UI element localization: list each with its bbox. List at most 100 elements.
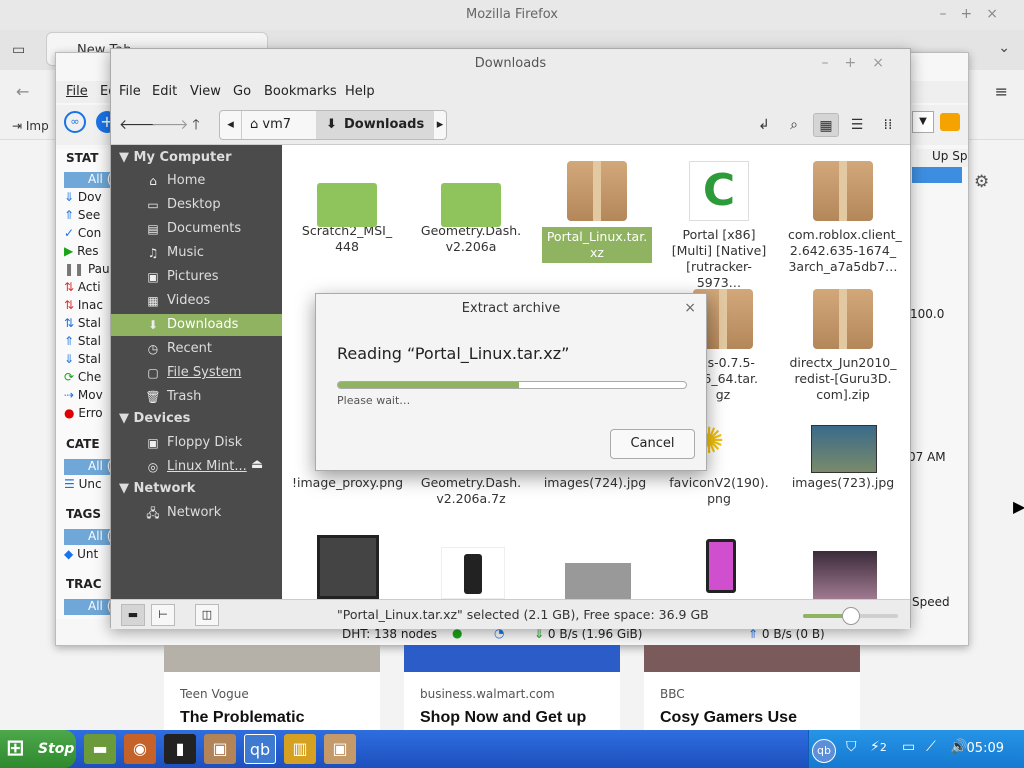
- sidebar-devices-header[interactable]: ▼ Devices: [119, 411, 190, 426]
- zoom-slider-knob[interactable]: [841, 607, 860, 625]
- notifications-icon[interactable]: ⚡2: [870, 739, 887, 755]
- qb-speed-header[interactable]: Speed: [912, 595, 950, 609]
- qb-filter-active[interactable]: ⇅ Acti: [64, 280, 101, 294]
- sidebar-item-music[interactable]: ♫ Music: [111, 242, 282, 264]
- taskbar-files-app[interactable]: ▬: [84, 734, 116, 764]
- qb-filter-downloading[interactable]: ⇓ Dov: [64, 190, 102, 204]
- qb-filter-seeding[interactable]: ⇑ See: [64, 208, 100, 222]
- sidebar-item-trash[interactable]: 🗑 Trash: [111, 386, 282, 408]
- tab-list-icon[interactable]: ▭: [12, 42, 25, 58]
- taskbar-archive-app[interactable]: ▣: [204, 734, 236, 764]
- sidebar-item-floppy[interactable]: ▣ Floppy Disk: [111, 432, 282, 454]
- display-icon[interactable]: ▭: [902, 739, 915, 755]
- sidebar-item-file-system[interactable]: ▢ File System: [111, 362, 282, 384]
- qbittorrent-tray-icon[interactable]: qb: [812, 739, 836, 763]
- sidebar-item-network[interactable]: 🖧 Network: [111, 502, 282, 524]
- start-button[interactable]: ⊞ Stop: [0, 730, 76, 768]
- file-item[interactable]: images(723).jpg: [788, 475, 898, 491]
- menu-edit[interactable]: Edit: [152, 84, 177, 99]
- qb-tracker-all[interactable]: All (: [64, 599, 116, 615]
- menu-help[interactable]: Help: [345, 84, 375, 99]
- file-item[interactable]: directx_Jun2010_ redist-[Guru3D. com].zi…: [788, 289, 898, 403]
- qb-filter-checking[interactable]: ⟳ Che: [64, 370, 101, 384]
- taskbar-monitor-app[interactable]: ▥: [284, 734, 316, 764]
- sidebar-my-computer[interactable]: ▼ My Computer: [119, 150, 232, 165]
- sidebar-item-downloads[interactable]: ⬇ Downloads: [111, 314, 282, 336]
- breadcrumb-downloads[interactable]: ⬇ Downloads: [316, 111, 434, 139]
- qb-up-speed-header[interactable]: Up Sp: [916, 149, 968, 167]
- qb-filter-inactive[interactable]: ⇅ Inac: [64, 298, 103, 312]
- volume-icon[interactable]: 🔊: [950, 739, 967, 755]
- sidebar-item-videos[interactable]: ▦ Videos: [111, 290, 282, 312]
- menu-view[interactable]: View: [190, 84, 221, 99]
- back-arrow-icon[interactable]: 🡐: [119, 113, 157, 137]
- show-places-icon[interactable]: ▬: [121, 604, 145, 626]
- file-item[interactable]: Scratch2_MSI_ 448: [292, 161, 402, 255]
- taskbar-firefox-app[interactable]: ◉: [124, 734, 156, 764]
- menu-icon[interactable]: ≡: [995, 82, 1008, 101]
- search-icon[interactable]: ⌕: [781, 113, 807, 137]
- taskbar-qbittorrent-app[interactable]: qb: [244, 734, 276, 764]
- qb-filter-stalled[interactable]: ⇅ Stal: [64, 316, 101, 330]
- file-item[interactable]: com.roblox.client_ 2.642.635-1674_ 3arch…: [788, 161, 902, 275]
- compact-view-icon[interactable]: ⁞⁞: [875, 113, 901, 137]
- eject-icon[interactable]: ⏏: [251, 457, 263, 472]
- taskbar-package-app[interactable]: ▣: [324, 734, 356, 764]
- up-arrow-icon[interactable]: 🡑: [183, 113, 209, 137]
- qb-filter-paused[interactable]: ❚❚ Pau: [64, 262, 110, 276]
- news-card[interactable]: business.walmart.com Shop Now and Get up: [404, 645, 620, 730]
- settings-gear-icon[interactable]: ⚙: [974, 172, 989, 192]
- hide-sidebar-icon[interactable]: ◫: [195, 604, 219, 626]
- file-item[interactable]: C Portal [x86] [Multi] [Native] [rutracke…: [664, 161, 774, 291]
- news-card[interactable]: BBC Cosy Gamers Use: [644, 645, 860, 730]
- show-tree-icon[interactable]: ⊢: [151, 604, 175, 626]
- qb-filter-completed[interactable]: ✓ Con: [64, 226, 101, 240]
- toggle-location-icon[interactable]: ↲: [751, 113, 777, 137]
- menu-go[interactable]: Go: [233, 84, 251, 99]
- sidebar-item-documents[interactable]: ▤ Documents: [111, 218, 282, 240]
- search-filter-dropdown[interactable]: ▼: [912, 111, 934, 133]
- firefox-window-controls[interactable]: –+×: [940, 6, 1012, 22]
- qb-tag-untagged[interactable]: ◆ Unt: [64, 547, 98, 561]
- sidebar-network-header[interactable]: ▼ Network: [119, 481, 195, 496]
- forward-arrow-icon[interactable]: 🡒: [151, 113, 189, 137]
- file-item[interactable]: !image_proxy.png: [292, 475, 403, 491]
- qb-filter-moving[interactable]: ⇢ Mov: [64, 388, 103, 402]
- import-button[interactable]: ⇥ Imp: [12, 119, 49, 133]
- sidebar-item-pictures[interactable]: ▣ Pictures: [111, 266, 282, 288]
- icon-view-icon[interactable]: ▦: [813, 113, 839, 137]
- cancel-button[interactable]: Cancel: [610, 429, 695, 459]
- qb-filter-stalled-down[interactable]: ⇓ Stal: [64, 352, 101, 366]
- file-item[interactable]: faviconV2(190). png: [664, 475, 774, 507]
- qb-selected-row[interactable]: [912, 167, 962, 183]
- sidebar-item-desktop[interactable]: ▭ Desktop: [111, 194, 282, 216]
- shield-icon[interactable]: ⛉: [846, 739, 857, 755]
- qb-category-all[interactable]: All (: [64, 459, 116, 475]
- qb-tag-all[interactable]: All (: [64, 529, 116, 545]
- sidebar-item-recent[interactable]: ◷ Recent: [111, 338, 282, 360]
- sidebar-item-home[interactable]: ⌂ Home: [111, 170, 282, 192]
- qb-filter-errored[interactable]: ● Erro: [64, 406, 103, 420]
- file-manager-window-controls[interactable]: –+×: [822, 55, 900, 71]
- link-icon[interactable]: ∞: [64, 111, 86, 133]
- zoom-slider[interactable]: [803, 607, 898, 625]
- chevron-down-icon[interactable]: ⌄: [998, 40, 1010, 56]
- qb-filter-resumed[interactable]: ▶ Res: [64, 244, 99, 258]
- clock[interactable]: 05:09: [967, 741, 1004, 756]
- back-icon[interactable]: ←: [16, 82, 29, 101]
- news-card[interactable]: Teen Vogue The Problematic: [164, 645, 380, 730]
- breadcrumb-prev-icon[interactable]: ◂: [220, 111, 242, 139]
- qb-filter-all[interactable]: All (: [64, 172, 116, 188]
- qb-category-uncategorized[interactable]: ☰ Unc: [64, 477, 102, 491]
- file-item[interactable]: Geometry.Dash. v2.206a.7z: [416, 475, 526, 507]
- qb-menu-file[interactable]: File: [66, 84, 88, 99]
- network-tray-icon[interactable]: ⟋: [926, 739, 936, 755]
- menu-bookmarks[interactable]: Bookmarks: [264, 84, 337, 99]
- file-item[interactable]: images(724).jpg: [540, 475, 650, 491]
- file-item-selected[interactable]: Portal_Linux.tar. xz: [542, 161, 652, 263]
- breadcrumb-home[interactable]: ⌂ vm7: [250, 111, 291, 139]
- lock-icon[interactable]: [940, 113, 960, 131]
- taskbar-terminal-app[interactable]: ▮: [164, 734, 196, 764]
- close-icon[interactable]: ×: [684, 300, 696, 316]
- menu-file[interactable]: File: [119, 84, 141, 99]
